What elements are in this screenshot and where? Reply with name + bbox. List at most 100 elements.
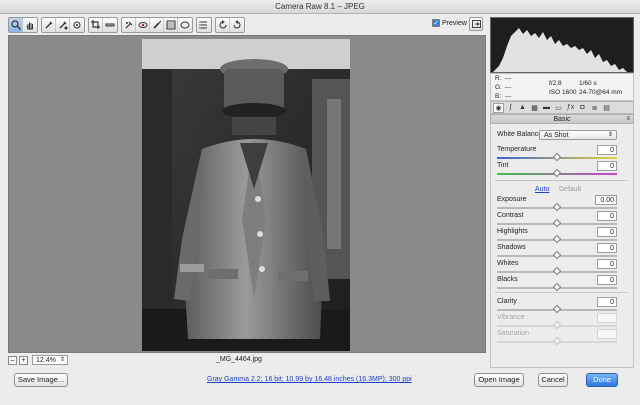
- radial-filter-tool-button[interactable]: [178, 18, 192, 32]
- rotate-ccw-icon: [218, 20, 227, 29]
- workflow-options-link[interactable]: Gray Gamma 2.2; 16 bit; 10.99 by 16.48 i…: [207, 376, 412, 383]
- color-sampler-tool-button[interactable]: [56, 18, 70, 32]
- default-link[interactable]: Default: [559, 186, 581, 193]
- zoom-in-button[interactable]: +: [19, 355, 28, 365]
- tint-slider[interactable]: [497, 168, 617, 178]
- camera-calibration-icon[interactable]: ◘: [577, 103, 588, 113]
- adjustment-brush-icon: [152, 20, 161, 29]
- divider: [495, 292, 627, 293]
- done-button[interactable]: Done: [586, 373, 618, 387]
- preview-toggle[interactable]: ✓ Preview: [432, 19, 467, 27]
- red-eye-tool-button[interactable]: [136, 18, 150, 32]
- vibrance-slider: [497, 320, 617, 330]
- white-balance-label: White Balance:: [497, 131, 545, 138]
- basic-panel: White Balance: As Shot ⇕ Auto Default Te…: [490, 124, 634, 368]
- exposure-value-input[interactable]: 0.00: [595, 195, 617, 205]
- split-toning-icon[interactable]: ▬: [541, 103, 552, 113]
- temperature-value-input[interactable]: 0: [597, 145, 617, 155]
- image-preview-area[interactable]: [8, 35, 486, 353]
- contrast-slider[interactable]: [497, 218, 617, 228]
- contrast-slider-thumb[interactable]: [552, 218, 562, 228]
- temperature-slider-thumb[interactable]: [552, 152, 562, 162]
- zoom-out-button[interactable]: –: [8, 355, 17, 365]
- zoom-level-value: 12.4%: [36, 357, 56, 364]
- tint-value-input[interactable]: 0: [597, 161, 617, 171]
- r-value: ---: [505, 75, 512, 82]
- vibrance-value-input: [597, 313, 617, 323]
- blacks-slider-thumb[interactable]: [552, 282, 562, 292]
- exposure-slider[interactable]: [497, 202, 617, 212]
- zoom-level-select[interactable]: 12.4% ⇕: [32, 355, 68, 365]
- blacks-slider[interactable]: [497, 282, 617, 292]
- preferences-icon: [199, 21, 207, 29]
- hsl-icon[interactable]: ▦: [529, 103, 540, 113]
- white-balance-tool-button[interactable]: [42, 18, 56, 32]
- detail-icon[interactable]: ▲: [517, 103, 528, 113]
- tint-slider-thumb[interactable]: [552, 168, 562, 178]
- red-eye-icon: [138, 22, 147, 28]
- clarity-slider[interactable]: [497, 304, 617, 314]
- panel-menu-icon[interactable]: ≡: [626, 115, 630, 124]
- zoom-tool-button[interactable]: [9, 18, 23, 32]
- straighten-tool-button[interactable]: [103, 18, 117, 32]
- aperture-value: f/2.8: [549, 80, 562, 87]
- adjustment-brush-tool-button[interactable]: [150, 18, 164, 32]
- crop-icon: [90, 20, 100, 29]
- exposure-label: Exposure: [497, 196, 527, 203]
- spot-removal-tool-button[interactable]: [122, 18, 136, 32]
- lens-corrections-icon[interactable]: ▭: [553, 103, 564, 113]
- rotate-cw-icon: [233, 20, 241, 29]
- fullscreen-icon: [471, 20, 481, 28]
- color-sampler-icon: [59, 21, 67, 30]
- rotate-cw-tool-button[interactable]: [230, 18, 244, 32]
- highlights-value-input[interactable]: 0: [597, 227, 617, 237]
- temperature-slider[interactable]: [497, 152, 617, 162]
- white-balance-select[interactable]: As Shot ⇕: [539, 130, 617, 140]
- shutter-value: 1/60 s: [579, 80, 597, 87]
- highlights-label: Highlights: [497, 228, 528, 235]
- whites-slider[interactable]: [497, 266, 617, 276]
- rotate-ccw-tool-button[interactable]: [216, 18, 230, 32]
- toolbar: [8, 17, 248, 33]
- shadows-slider[interactable]: [497, 250, 617, 260]
- cancel-button[interactable]: Cancel: [538, 373, 568, 387]
- highlights-slider[interactable]: [497, 234, 617, 244]
- save-image-button[interactable]: Save Image...: [14, 373, 68, 387]
- effects-icon[interactable]: ƒx: [565, 103, 576, 113]
- clarity-value-input[interactable]: 0: [597, 297, 617, 307]
- whites-value-input[interactable]: 0: [597, 259, 617, 269]
- g-label: G:: [495, 84, 502, 91]
- shadows-slider-thumb[interactable]: [552, 250, 562, 260]
- clarity-slider-thumb[interactable]: [552, 304, 562, 314]
- spot-removal-icon: [125, 21, 132, 29]
- histogram: [490, 17, 634, 73]
- fullscreen-button[interactable]: [469, 17, 483, 31]
- open-image-button[interactable]: Open Image: [474, 373, 524, 387]
- auto-link[interactable]: Auto: [535, 186, 549, 193]
- preferences-tool-button[interactable]: [197, 18, 211, 32]
- hand-tool-button[interactable]: [23, 18, 37, 32]
- exposure-slider-thumb[interactable]: [552, 202, 562, 212]
- tool-group: [215, 17, 245, 33]
- tool-group: [196, 17, 212, 33]
- title-bar: Camera Raw 8.1 – JPEG: [0, 0, 640, 14]
- contrast-value-input[interactable]: 0: [597, 211, 617, 221]
- whites-slider-thumb[interactable]: [552, 266, 562, 276]
- highlights-slider-thumb[interactable]: [552, 234, 562, 244]
- shadows-value-input[interactable]: 0: [597, 243, 617, 253]
- straighten-icon: [105, 23, 115, 27]
- graduated-filter-tool-button[interactable]: [164, 18, 178, 32]
- targeted-adjustment-tool-button[interactable]: [70, 18, 84, 32]
- radial-filter-icon: [180, 21, 190, 29]
- snapshots-icon[interactable]: ▤: [601, 103, 612, 113]
- crop-tool-button[interactable]: [89, 18, 103, 32]
- saturation-slider: [497, 336, 617, 346]
- saturation-label: Saturation: [497, 330, 529, 337]
- panel-tabs: ◉ ∫ ▲ ▦ ▬ ▭ ƒx ◘ ≣ ▤: [490, 101, 634, 114]
- tool-group: [41, 17, 85, 33]
- blacks-value-input[interactable]: 0: [597, 275, 617, 285]
- presets-icon[interactable]: ≣: [589, 103, 600, 113]
- preview-checkbox[interactable]: ✓: [432, 19, 440, 27]
- basic-icon[interactable]: ◉: [493, 102, 504, 113]
- tone-curve-icon[interactable]: ∫: [505, 103, 516, 113]
